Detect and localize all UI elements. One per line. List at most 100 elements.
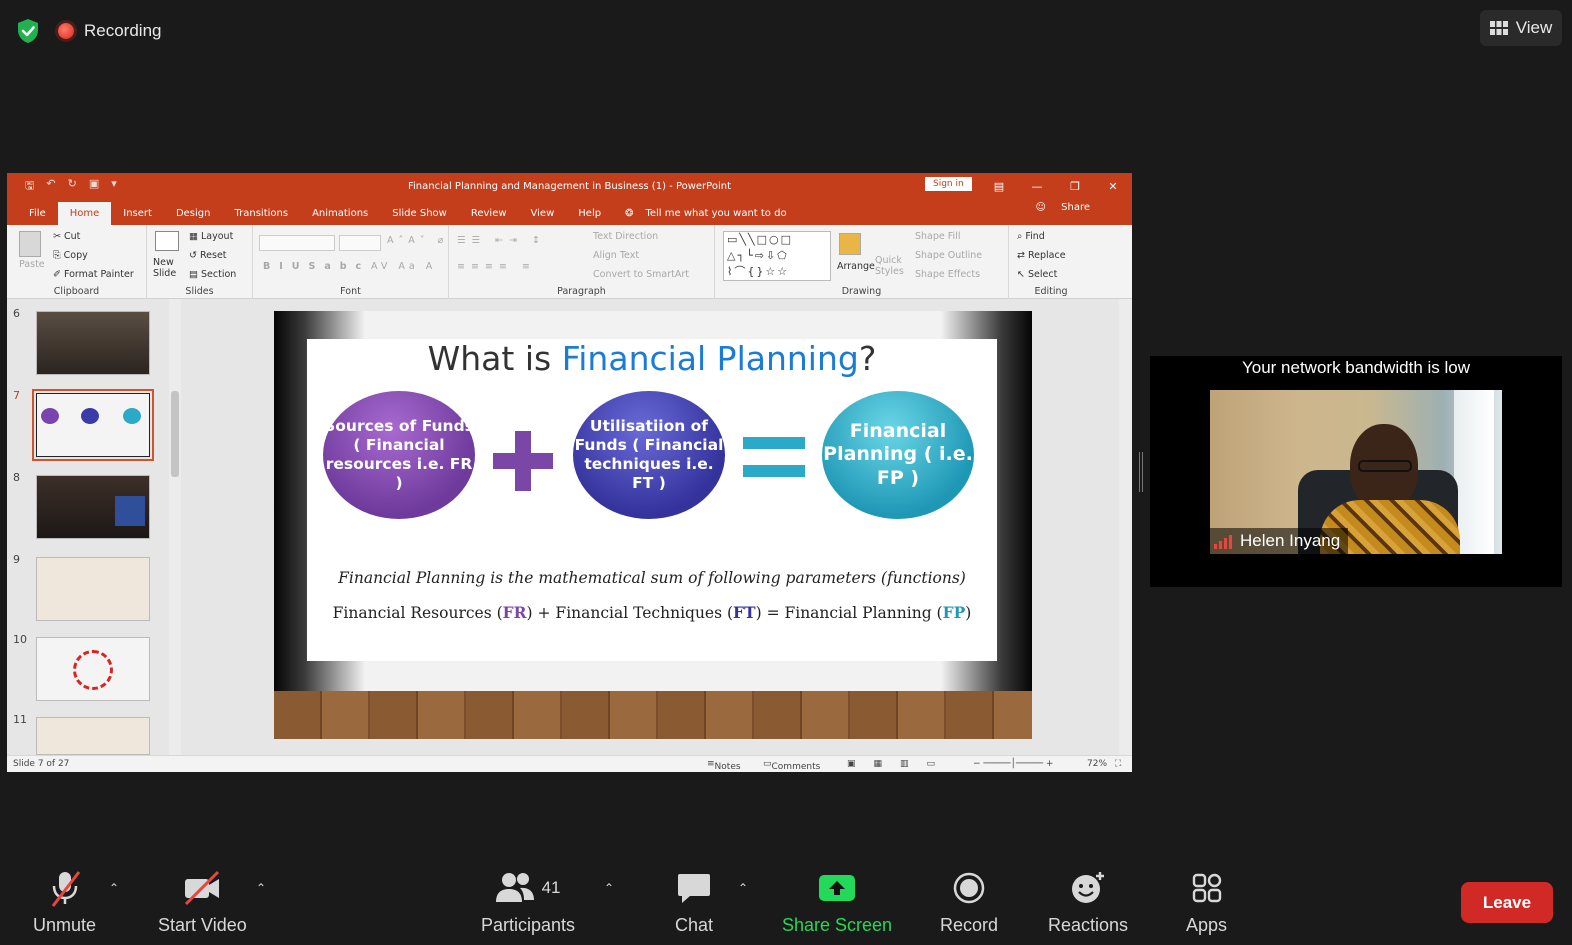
undo-icon[interactable]: ↶ — [46, 177, 55, 196]
tab-file[interactable]: File — [17, 208, 58, 225]
close-icon[interactable]: ✕ — [1094, 173, 1132, 199]
reset-button[interactable]: ↺ Reset — [189, 250, 227, 261]
text-direction-button[interactable]: Text Direction — [593, 231, 658, 242]
zoom-level[interactable]: 72% — [1087, 759, 1107, 769]
new-slide-button[interactable]: New Slide — [153, 257, 183, 280]
chat-button[interactable]: Chat — [675, 867, 713, 936]
utilisation-of-funds-circle[interactable]: Utilisatiion of Funds ( Financial techni… — [573, 391, 725, 519]
replace-button[interactable]: ⇄ Replace — [1017, 250, 1066, 261]
ribbon-display-icon[interactable]: ▤ — [980, 173, 1018, 199]
quick-styles-button[interactable]: Quick Styles — [875, 255, 909, 278]
financial-planning-circle[interactable]: Financial Planning ( i.e. FP ) — [822, 391, 974, 519]
redo-icon[interactable]: ↻ — [68, 177, 77, 196]
tab-help[interactable]: Help — [566, 208, 613, 225]
slide-title[interactable]: What is Financial Planning? — [307, 339, 997, 378]
paste-icon[interactable] — [19, 231, 41, 257]
font-size-field[interactable] — [339, 235, 381, 251]
slide-thumbnail[interactable] — [36, 637, 150, 701]
shape-outline-button[interactable]: Shape Outline — [915, 250, 982, 261]
arrange-icon[interactable] — [839, 233, 861, 255]
audio-options-chevron-icon[interactable]: ⌃ — [109, 881, 119, 895]
new-slide-icon[interactable] — [155, 231, 179, 251]
share-button[interactable]: ☺ Share — [1024, 202, 1114, 219]
font-style-icons[interactable]: BIUSabc — [263, 261, 370, 272]
video-options-chevron-icon[interactable]: ⌃ — [256, 881, 266, 895]
zoom-slider[interactable]: − ─────│───── + — [973, 759, 1053, 769]
align-icons[interactable]: ≡≡≡≡ ≡ — [457, 261, 536, 272]
apps-button[interactable]: Apps — [1186, 867, 1227, 936]
layout-button[interactable]: ▦ Layout — [189, 231, 233, 242]
slide-editing-canvas[interactable]: What is Financial Planning? Sources of F… — [185, 299, 1119, 755]
drawing-group-label: Drawing — [841, 286, 882, 297]
list-icons[interactable]: ☰☰ ⇤⇥ ↕ — [457, 235, 546, 246]
minimize-icon[interactable]: — — [1018, 173, 1056, 199]
tab-transitions[interactable]: Transitions — [222, 208, 300, 225]
record-button[interactable]: Record — [940, 867, 998, 936]
security-shield-icon[interactable] — [16, 18, 40, 44]
equals-sign-shape[interactable] — [743, 437, 805, 481]
find-button[interactable]: ⌕ Find — [1017, 231, 1045, 242]
chat-options-chevron-icon[interactable]: ⌃ — [738, 881, 748, 895]
unmute-button[interactable]: Unmute — [33, 867, 96, 936]
thumbnail-scrollbar[interactable] — [169, 299, 181, 755]
customize-qat-icon[interactable]: ▾ — [111, 177, 117, 196]
sources-of-funds-circle[interactable]: Sources of Funds ( Financial resources i… — [323, 391, 475, 519]
slides-group-label: Slides — [185, 286, 214, 297]
shape-fill-button[interactable]: Shape Fill — [915, 231, 960, 242]
view-mode-icons[interactable]: ▣▦▥▭ — [847, 759, 953, 769]
recording-label: Recording — [84, 21, 162, 40]
plus-sign-shape[interactable] — [493, 431, 553, 491]
cut-button[interactable]: ✂ Cut — [53, 231, 80, 242]
scroll-thumb[interactable] — [171, 391, 179, 477]
tab-view[interactable]: View — [519, 208, 567, 225]
format-painter-button[interactable]: ✐ Format Painter — [53, 269, 134, 280]
view-button[interactable]: View — [1480, 10, 1562, 46]
thumb-number: 11 — [13, 713, 27, 726]
font-name-field[interactable] — [259, 235, 335, 251]
share-screen-button[interactable]: Share Screen — [782, 867, 892, 936]
align-text-button[interactable]: Align Text — [593, 250, 639, 261]
slide-thumbnail[interactable] — [36, 475, 150, 539]
arrange-button[interactable]: Arrange — [837, 261, 875, 272]
participants-button[interactable]: 41 Participants — [481, 867, 575, 936]
save-icon[interactable]: 🖫 — [25, 177, 34, 196]
convert-smartart-button[interactable]: Convert to SmartArt — [593, 269, 689, 280]
tab-review[interactable]: Review — [459, 208, 519, 225]
canvas-scrollbar[interactable] — [1119, 299, 1132, 755]
participants-options-chevron-icon[interactable]: ⌃ — [604, 881, 614, 895]
tab-animations[interactable]: Animations — [300, 208, 380, 225]
font-case-icons[interactable]: AV Aa A — [371, 261, 436, 272]
recording-indicator[interactable]: Recording — [58, 16, 162, 46]
shapes-gallery[interactable]: ▭╲╲□○□ △┐└⇨⇩⬠ ⌇⌒{}☆☆ — [723, 231, 831, 281]
slide-thumbnail[interactable] — [36, 557, 150, 621]
fit-to-window-icon[interactable]: ⛶ — [1115, 759, 1121, 769]
paste-button[interactable]: Paste — [19, 259, 45, 270]
panel-resize-handle[interactable] — [1139, 452, 1143, 492]
current-slide[interactable]: What is Financial Planning? Sources of F… — [274, 311, 1032, 691]
tell-me-search[interactable]: Tell me what you want to do — [645, 208, 798, 225]
restore-icon[interactable]: ❐ — [1056, 173, 1094, 199]
slide-equation-text[interactable]: Financial Resources (FR) + Financial Tec… — [307, 603, 997, 622]
start-from-beginning-icon[interactable]: ▣ — [89, 177, 99, 196]
notes-button[interactable]: ≡ Notes — [707, 759, 741, 772]
slide-thumbnail-selected[interactable] — [32, 389, 154, 461]
shape-effects-button[interactable]: Shape Effects — [915, 269, 980, 280]
comments-button[interactable]: ▭ Comments — [763, 759, 820, 772]
slide-thumbnail[interactable] — [36, 311, 150, 375]
participant-video-tile[interactable]: Your network bandwidth is low Helen Inya… — [1150, 356, 1562, 587]
slide-definition-text[interactable]: Financial Planning is the mathematical s… — [307, 569, 997, 587]
slide-thumbnail[interactable] — [36, 717, 150, 755]
leave-button[interactable]: Leave — [1461, 882, 1553, 923]
tab-design[interactable]: Design — [164, 208, 223, 225]
reactions-button[interactable]: Reactions — [1048, 867, 1128, 936]
tab-insert[interactable]: Insert — [111, 208, 164, 225]
video-person-glasses — [1358, 460, 1412, 472]
sign-in-button[interactable]: Sign in — [925, 177, 972, 191]
copy-button[interactable]: ⎘ Copy — [53, 250, 88, 261]
select-button[interactable]: ↖ Select — [1017, 269, 1057, 280]
font-size-adjust-icons[interactable]: A˄A˅ ⌀ — [387, 235, 448, 246]
tab-slide-show[interactable]: Slide Show — [380, 208, 459, 225]
tab-home[interactable]: Home — [57, 202, 112, 225]
start-video-button[interactable]: Start Video — [158, 867, 247, 936]
section-button[interactable]: ▤ Section — [189, 269, 236, 280]
